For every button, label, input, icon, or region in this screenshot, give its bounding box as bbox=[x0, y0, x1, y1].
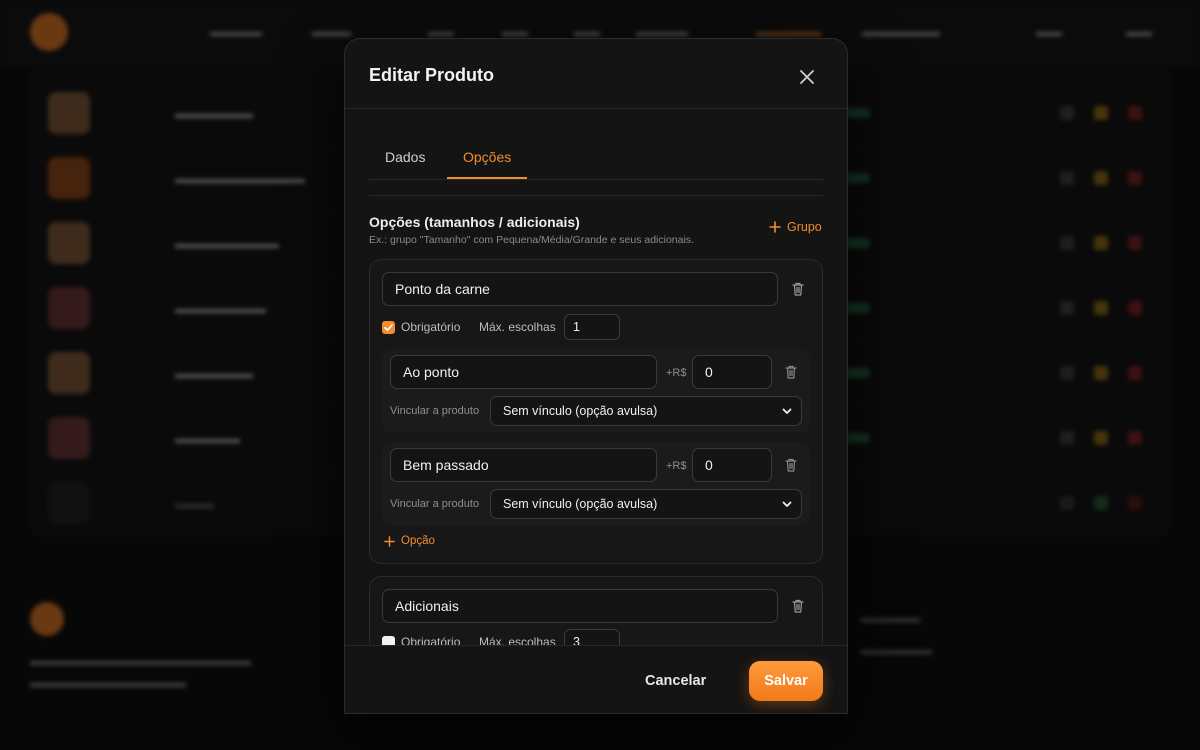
bg-nav-item: ▬▬ bbox=[574, 24, 600, 39]
option-card: +R$ Vincular a produto Sem vínculo (opçã… bbox=[382, 442, 810, 526]
required-checkbox[interactable] bbox=[382, 321, 395, 334]
add-group-label: Grupo bbox=[787, 220, 822, 234]
modal-title: Editar Produto bbox=[369, 65, 494, 85]
link-product-select[interactable]: Sem vínculo (opção avulsa) bbox=[490, 489, 802, 519]
link-product-value: Sem vínculo (opção avulsa) bbox=[503, 404, 658, 418]
max-choices-label: Máx. escolhas bbox=[479, 320, 556, 334]
bg-nav-item: ▬▬▬▬▬ bbox=[756, 24, 821, 39]
delete-group-button[interactable] bbox=[790, 598, 806, 614]
delete-option-button[interactable] bbox=[783, 364, 799, 380]
option-name-input[interactable] bbox=[390, 355, 657, 389]
link-product-select[interactable]: Sem vínculo (opção avulsa) bbox=[490, 396, 802, 426]
plus-icon bbox=[384, 535, 395, 547]
required-label: Obrigatório bbox=[401, 320, 461, 334]
tab-dados[interactable]: Dados bbox=[369, 140, 441, 179]
edit-product-modal: Editar Produto Dados Opções Opções (tama… bbox=[344, 38, 848, 714]
option-price-input[interactable] bbox=[692, 355, 772, 389]
max-choices-label: Máx. escolhas bbox=[479, 635, 556, 645]
required-checkbox[interactable] bbox=[382, 636, 395, 645]
group-name-input[interactable] bbox=[382, 272, 778, 306]
plus-icon bbox=[769, 221, 781, 233]
max-choices-input[interactable] bbox=[564, 629, 620, 645]
modal-footer: Cancelar Salvar bbox=[345, 645, 847, 713]
cancel-button[interactable]: Cancelar bbox=[645, 666, 706, 696]
bg-nav-item: ▬▬▬ bbox=[312, 24, 351, 39]
link-product-label: Vincular a produto bbox=[390, 405, 480, 417]
tab-bar: Dados Opções bbox=[369, 140, 823, 180]
modal-header: Editar Produto bbox=[345, 39, 847, 109]
check-icon bbox=[384, 324, 393, 332]
delete-group-button[interactable] bbox=[790, 281, 806, 297]
bg-logo bbox=[30, 13, 68, 51]
trash-icon bbox=[785, 458, 797, 472]
trash-icon bbox=[792, 282, 804, 296]
option-name-input[interactable] bbox=[390, 448, 657, 482]
bg-nav-item: ▬▬ bbox=[1126, 24, 1152, 39]
price-prefix: +R$ bbox=[666, 460, 687, 472]
section-divider bbox=[369, 195, 823, 196]
modal-body: Dados Opções Opções (tamanhos / adiciona… bbox=[345, 110, 847, 645]
bg-nav-item: ▬▬ bbox=[502, 24, 528, 39]
add-group-button[interactable]: Grupo bbox=[769, 220, 822, 234]
section-hint: Ex.: grupo "Tamanho" com Pequena/Média/G… bbox=[369, 234, 694, 246]
bg-footer-text: ▬▬▬▬▬▬▬▬▬▬▬▬▬▬▬▬▬ ▬▬▬▬▬▬▬▬▬▬▬▬ bbox=[30, 653, 251, 690]
option-card: +R$ Vincular a produto Sem vínculo (opçã… bbox=[382, 349, 810, 433]
bg-nav-item: ▬▬▬▬ bbox=[210, 24, 262, 39]
add-option-label: Opção bbox=[401, 535, 435, 547]
bg-nav-item: ▬▬▬▬ bbox=[636, 24, 688, 39]
group-name-input[interactable] bbox=[382, 589, 778, 623]
trash-icon bbox=[785, 365, 797, 379]
close-icon bbox=[800, 70, 814, 84]
chevron-down-icon bbox=[782, 408, 792, 414]
close-button[interactable] bbox=[795, 65, 819, 89]
bg-footer-logo bbox=[30, 602, 64, 636]
option-group-card: Obrigatório Máx. escolhas bbox=[369, 576, 823, 645]
chevron-down-icon bbox=[782, 501, 792, 507]
required-label: Obrigatório bbox=[401, 635, 461, 645]
trash-icon bbox=[792, 599, 804, 613]
delete-option-button[interactable] bbox=[783, 457, 799, 473]
link-product-value: Sem vínculo (opção avulsa) bbox=[503, 497, 658, 511]
bg-nav-item: ▬▬ bbox=[1036, 24, 1062, 39]
bg-nav-item: ▬▬ bbox=[428, 24, 454, 39]
link-product-label: Vincular a produto bbox=[390, 498, 480, 510]
bg-nav-item: ▬▬▬▬▬▬ bbox=[862, 24, 940, 39]
option-group-card: Obrigatório Máx. escolhas +R$ Vincular a… bbox=[369, 259, 823, 564]
max-choices-input[interactable] bbox=[564, 314, 620, 340]
section-title: Opções (tamanhos / adicionais) bbox=[369, 214, 580, 230]
add-option-button[interactable]: Opção bbox=[384, 535, 435, 547]
bg-footer-right: ▬▬▬▬▬ ▬▬▬▬▬▬ bbox=[860, 611, 932, 657]
option-price-input[interactable] bbox=[692, 448, 772, 482]
price-prefix: +R$ bbox=[666, 367, 687, 379]
save-button[interactable]: Salvar bbox=[749, 661, 823, 701]
tab-opcoes[interactable]: Opções bbox=[447, 140, 528, 179]
